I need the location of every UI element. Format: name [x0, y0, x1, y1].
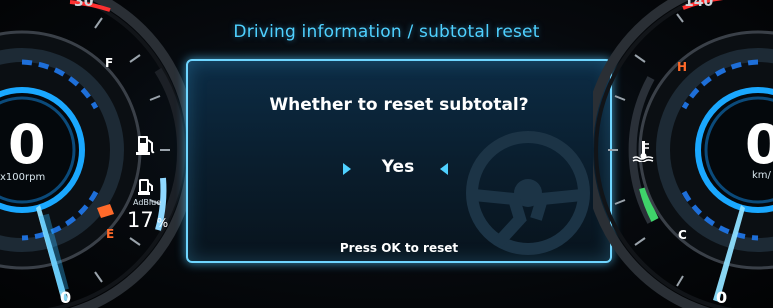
adblue-label: AdBlue	[133, 198, 162, 207]
rpm-unit: x100rpm	[0, 172, 46, 183]
speed-value: 0	[745, 113, 773, 176]
fuel-pump-icon	[136, 136, 155, 155]
arrow-left-icon[interactable]	[440, 163, 448, 175]
arrow-right-icon[interactable]	[343, 163, 351, 175]
adblue-level-value: 17	[127, 208, 154, 232]
dialog-hint: Press OK to reset	[339, 241, 459, 255]
adblue-level: 17%	[127, 208, 168, 232]
speedo-scale-top: 140	[684, 0, 714, 10]
rpm-value: 0	[8, 113, 46, 176]
option-selector[interactable]: Yes	[188, 157, 610, 181]
temp-cold-label: C	[678, 228, 687, 242]
dialog-question: Whether to reset subtotal?	[269, 95, 529, 115]
speedo-scale-bottom: 0	[716, 288, 728, 307]
speed-unit: km/	[752, 170, 771, 181]
fuel-empty-label: E	[106, 227, 115, 241]
tacho-scale-top: 30	[74, 0, 94, 10]
coolant-temperature-icon	[632, 141, 654, 162]
fuel-full-label: F	[105, 56, 114, 70]
reset-dialog: Whether to reset subtotal? Yes Press OK …	[186, 59, 612, 263]
temp-hot-label: H	[677, 60, 688, 74]
option-yes[interactable]: Yes	[368, 157, 428, 177]
adblue-pump-icon	[138, 179, 153, 195]
tacho-scale-bottom: 0	[60, 288, 72, 307]
adblue-level-unit: %	[156, 216, 169, 230]
